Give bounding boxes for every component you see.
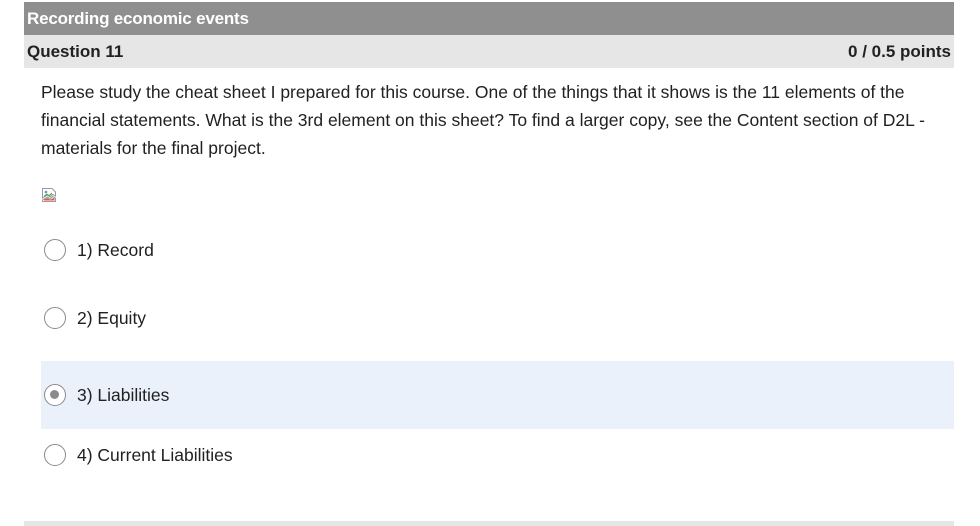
answer-option-label: 2) Equity	[77, 307, 147, 328]
question-text: Please study the cheat sheet I prepared …	[41, 82, 925, 158]
answer-option-label: 1) Record	[77, 239, 154, 260]
radio-button-icon[interactable]	[44, 384, 66, 406]
radio-button-icon[interactable]	[44, 307, 66, 329]
question-header: Question 11 0 / 0.5 points	[24, 35, 954, 68]
answer-option-label: 4) Current Liabilities	[77, 444, 233, 465]
question-points: 0 / 0.5 points	[848, 42, 951, 61]
broken-image-icon	[41, 187, 57, 203]
answer-option-label: 3) Liabilities	[77, 384, 170, 405]
question-number: Question 11	[27, 42, 124, 61]
radio-button-icon[interactable]	[44, 444, 66, 466]
answer-option-3[interactable]: 3) Liabilities	[41, 361, 954, 429]
section-title: Recording economic events	[27, 9, 249, 28]
answer-option-2[interactable]: 2) Equity	[41, 284, 954, 352]
radio-button-icon[interactable]	[44, 239, 66, 261]
answer-option-4[interactable]: 4) Current Liabilities	[41, 421, 954, 489]
section-header: Recording economic events	[24, 2, 954, 35]
divider	[24, 521, 954, 526]
answer-option-1[interactable]: 1) Record	[41, 216, 954, 284]
